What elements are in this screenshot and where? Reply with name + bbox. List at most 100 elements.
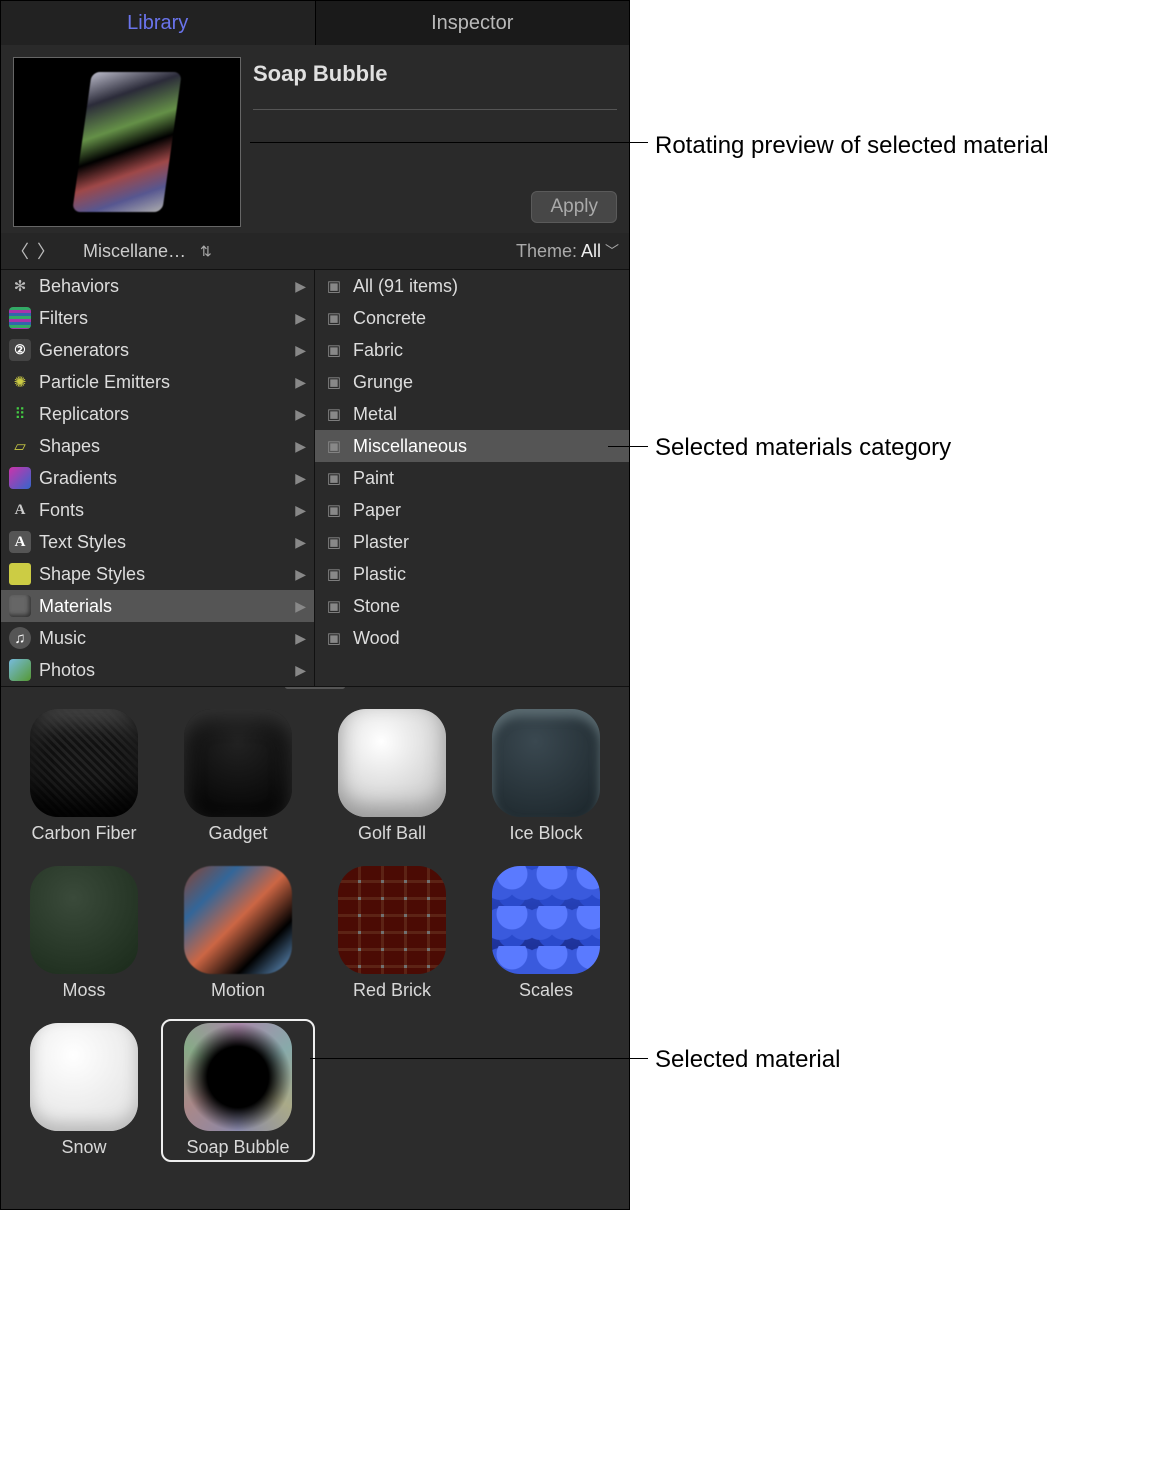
material-tile-gadget[interactable]: Gadget <box>161 705 315 848</box>
library-type-shapes[interactable]: ▱Shapes▶ <box>1 430 314 462</box>
row-label: Shapes <box>39 436 100 457</box>
split-handle[interactable] <box>285 687 345 689</box>
library-type-particle-emitters[interactable]: ✺Particle Emitters▶ <box>1 366 314 398</box>
material-grid-area[interactable]: Carbon Fiber Gadget Golf BallIce Block Moss… <box>1 687 629 1209</box>
row-label: Fabric <box>353 340 403 361</box>
library-type-materials[interactable]: Materials▶ <box>1 590 314 622</box>
folder-icon: ▣ <box>323 467 345 489</box>
library-type-behaviors[interactable]: ✻ Behaviors ▶ <box>1 270 314 302</box>
row-label: Plastic <box>353 564 406 585</box>
folder-icon: ▣ <box>323 339 345 361</box>
category-fabric[interactable]: ▣ Fabric <box>315 334 629 366</box>
library-type-music[interactable]: ♫Music▶ <box>1 622 314 654</box>
row-label: Shape Styles <box>39 564 145 585</box>
row-label: Behaviors <box>39 276 119 297</box>
top-tabs: Library Inspector <box>1 1 629 45</box>
category-concrete[interactable]: ▣Concrete <box>315 302 629 334</box>
category-metal[interactable]: ▣Metal <box>315 398 629 430</box>
nav-forward-icon[interactable]: 〉 <box>37 238 55 264</box>
library-type-replicators[interactable]: ⠿Replicators▶ <box>1 398 314 430</box>
category-stone[interactable]: ▣Stone <box>315 590 629 622</box>
row-label: Text Styles <box>39 532 126 553</box>
chevron-down-icon: ﹀ <box>605 241 619 261</box>
chevron-right-icon: ▶ <box>295 310 306 327</box>
tile-label: Scales <box>519 980 573 1001</box>
library-type-generators[interactable]: ②Generators▶ <box>1 334 314 366</box>
library-type-shape-styles[interactable]: Shape Styles ▶ <box>1 558 314 590</box>
material-tile-red-brick[interactable]: Red Brick <box>315 862 469 1005</box>
folder-icon: ▣ <box>323 435 345 457</box>
chevron-right-icon: ▶ <box>295 662 306 679</box>
tile-label: Gadget <box>208 823 267 844</box>
folder-icon: ▣ <box>323 307 345 329</box>
category-paint[interactable]: ▣Paint <box>315 462 629 494</box>
tile-label: Motion <box>211 980 265 1001</box>
tile-label: Snow <box>61 1137 106 1158</box>
library-type-gradients[interactable]: Gradients▶ <box>1 462 314 494</box>
gear-icon: ✻ <box>9 275 31 297</box>
category-paper[interactable]: ▣Paper <box>315 494 629 526</box>
library-type-photos[interactable]: Photos▶ <box>1 654 314 686</box>
material-tile-soap-bubble[interactable]: Soap Bubble <box>161 1019 315 1162</box>
breadcrumb-path[interactable]: Miscellane… <box>83 241 186 262</box>
particle-icon: ✺ <box>9 371 31 393</box>
material-tile-snow[interactable]: Snow <box>7 1019 161 1162</box>
annotation-line <box>608 446 648 447</box>
folder-icon: ▣ <box>323 275 345 297</box>
theme-value: All <box>581 241 601 262</box>
library-type-column[interactable]: ✻ Behaviors ▶ Filters ▶ ②Generators▶ ✺ Particle… <box>1 270 315 686</box>
row-label: Fonts <box>39 500 84 521</box>
category-grunge[interactable]: ▣Grunge <box>315 366 629 398</box>
chevron-right-icon: ▶ <box>295 630 306 647</box>
row-label: Filters <box>39 308 88 329</box>
material-swatch-icon <box>492 866 600 974</box>
preview-row: Soap Bubble Apply <box>1 45 629 233</box>
material-tile-golf-ball[interactable]: Golf Ball <box>315 705 469 848</box>
tab-library[interactable]: Library <box>1 1 316 45</box>
category-wood[interactable]: ▣ Wood <box>315 622 629 654</box>
category-all-91-items-[interactable]: ▣All (91 items) <box>315 270 629 302</box>
theme-selector[interactable]: Theme: All ﹀ <box>516 241 619 262</box>
category-plastic[interactable]: ▣Plastic <box>315 558 629 590</box>
material-tile-moss[interactable]: Moss <box>7 862 161 1005</box>
library-type-text-styles[interactable]: AText Styles▶ <box>1 526 314 558</box>
material-grid: Carbon Fiber Gadget Golf BallIce Block Moss… <box>7 705 623 1162</box>
row-label: Stone <box>353 596 400 617</box>
font-icon: A <box>9 499 31 521</box>
filter-icon <box>9 307 31 329</box>
material-swatch-icon <box>184 709 292 817</box>
shape-icon: ▱ <box>9 435 31 457</box>
grad-icon <box>9 467 31 489</box>
chevron-right-icon: ▶ <box>295 278 306 295</box>
material-tile-scales[interactable]: Scales <box>469 862 623 1005</box>
library-type-fonts[interactable]: AFonts▶ <box>1 494 314 526</box>
folder-icon: ▣ <box>323 627 345 649</box>
material-tile-ice-block[interactable]: Ice Block <box>469 705 623 848</box>
row-label: Music <box>39 628 86 649</box>
category-plaster[interactable]: ▣Plaster <box>315 526 629 558</box>
annotation-line <box>250 142 648 143</box>
library-type-filters[interactable]: Filters ▶ <box>1 302 314 334</box>
row-label: Wood <box>353 628 400 649</box>
material-category-column[interactable]: ▣All (91 items)▣Concrete▣Fabric▣Grunge▣M… <box>315 270 629 686</box>
apply-button[interactable]: Apply <box>531 191 617 223</box>
row-label: Metal <box>353 404 397 425</box>
row-label: Particle Emitters <box>39 372 170 393</box>
materials-icon <box>9 595 31 617</box>
material-swatch-icon <box>30 709 138 817</box>
breadcrumb-row: 〈 〉 Miscellane… ⇅ Theme: All ﹀ <box>1 233 629 269</box>
divider <box>253 109 617 110</box>
nav-back-icon[interactable]: 〈 <box>11 238 29 264</box>
tab-inspector[interactable]: Inspector <box>316 1 630 45</box>
txtstyle-icon: A <box>9 531 31 553</box>
material-swatch-icon <box>184 866 292 974</box>
chevron-right-icon: ▶ <box>295 566 306 583</box>
material-swatch-icon <box>30 866 138 974</box>
material-preview[interactable] <box>13 57 241 227</box>
material-tile-carbon-fiber[interactable]: Carbon Fiber <box>7 705 161 848</box>
material-tile-motion[interactable]: Motion <box>161 862 315 1005</box>
material-swatch-icon <box>338 866 446 974</box>
shapestyle-icon <box>9 563 31 585</box>
path-stepper-icon[interactable]: ⇅ <box>200 243 212 260</box>
category-miscellaneous[interactable]: ▣Miscellaneous <box>315 430 629 462</box>
